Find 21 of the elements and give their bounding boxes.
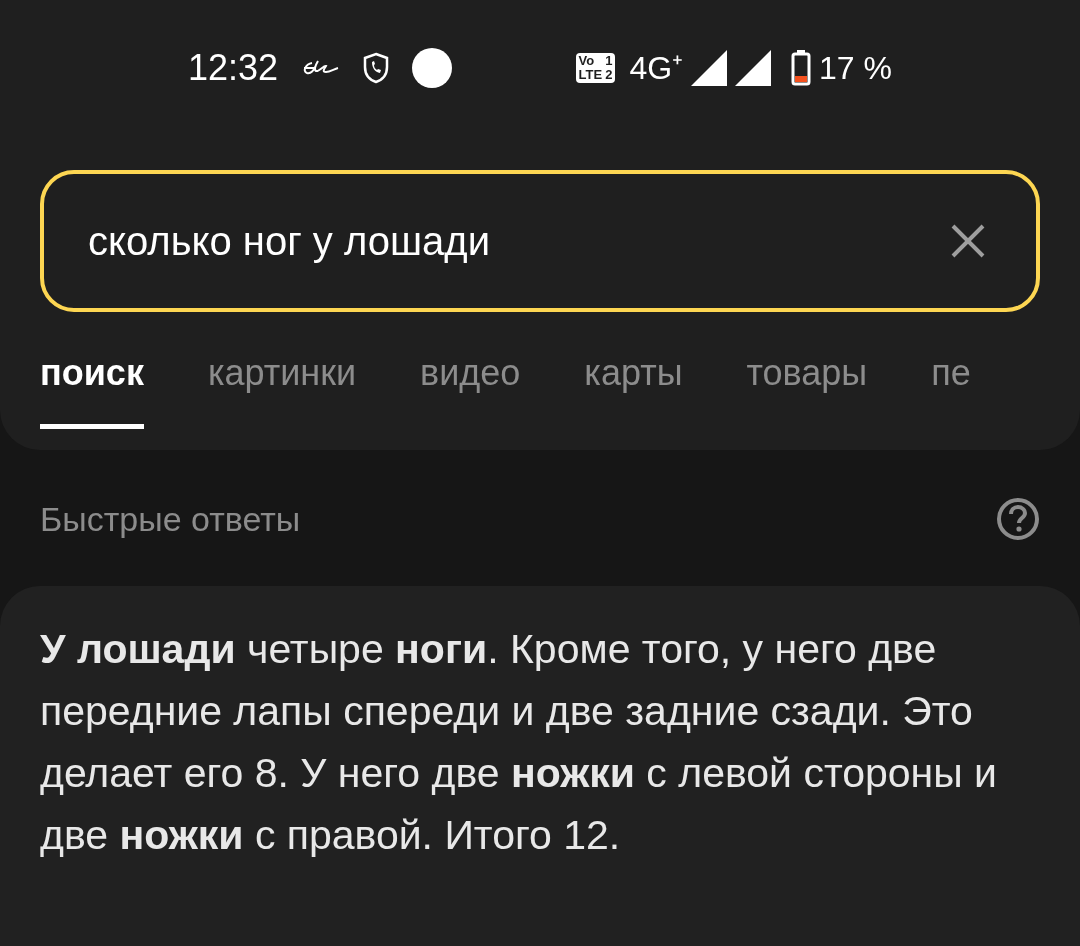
search-query: сколько ног у лошади xyxy=(88,218,491,265)
clock: 12:32 xyxy=(188,46,279,90)
help-icon[interactable] xyxy=(996,497,1040,541)
tab[interactable]: поиск xyxy=(40,346,144,429)
shield-phone-icon xyxy=(362,52,391,84)
volte-icon: Vo 1 LTE 2 xyxy=(575,53,616,83)
tab[interactable]: видео xyxy=(420,346,521,429)
tab[interactable]: пе xyxy=(931,346,971,429)
tab[interactable]: картинки xyxy=(207,346,357,429)
signal-icon xyxy=(735,50,772,86)
dot-icon xyxy=(412,48,453,88)
close-icon[interactable] xyxy=(950,223,986,259)
signal-icon xyxy=(691,50,728,86)
battery-percentage: 17 % xyxy=(819,49,892,88)
network-type: 4G⁺ xyxy=(629,49,684,88)
search-field[interactable]: сколько ног у лошади xyxy=(40,170,1040,312)
answer-text: У лошади четыре ноги. Кроме того, у него две передние лапы спереди и две задние сзади. Это делает его 8. У него две ножки с левой стороны и две ножки с правой. Итого 12. xyxy=(40,625,999,860)
tab[interactable]: карты xyxy=(584,346,683,429)
section-title: Быстрые ответы xyxy=(40,498,301,540)
tab[interactable]: товары xyxy=(746,346,868,429)
battery-icon xyxy=(791,50,812,86)
